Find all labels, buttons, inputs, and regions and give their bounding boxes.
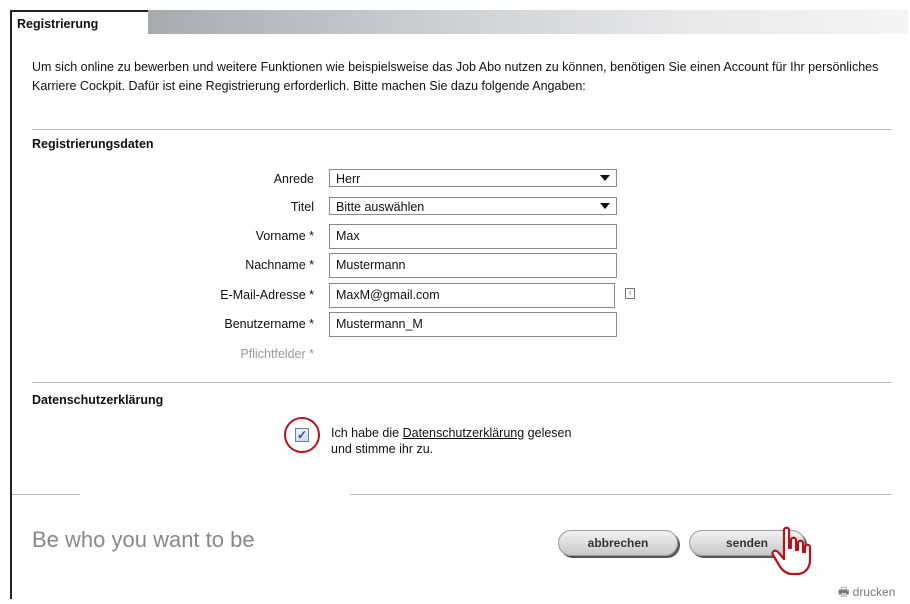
printer-icon: 🖶: [838, 585, 850, 599]
footer-divider-right: [350, 494, 891, 495]
titel-label: Titel: [290, 200, 314, 214]
cancel-button[interactable]: abbrechen: [558, 530, 678, 556]
divider: [32, 382, 891, 383]
pflichtfelder-note: Pflichtfelder *: [240, 347, 314, 361]
chevron-down-icon: [600, 175, 610, 181]
print-label: drucken: [852, 585, 896, 599]
tab-registrierung: Registrierung: [12, 12, 148, 34]
chevron-down-icon: [600, 203, 610, 209]
privacy-checkbox[interactable]: ✓: [295, 428, 309, 442]
consent-text-line2: und stimme ihr zu.: [331, 442, 434, 456]
benutzername-label: Benutzername *: [224, 317, 314, 331]
email-label: E-Mail-Adresse *: [220, 288, 314, 302]
divider: [32, 129, 891, 130]
anrede-label: Anrede: [273, 172, 314, 186]
vorname-field[interactable]: Max: [329, 224, 617, 249]
nachname-label: Nachname *: [245, 258, 314, 272]
anrede-value: Herr: [336, 172, 361, 186]
privacy-policy-link[interactable]: Datenschutzerklärung: [403, 426, 525, 440]
consent-text-before: Ich habe die: [331, 426, 403, 440]
anrede-select[interactable]: Herr: [329, 169, 617, 187]
footer-divider-left: [12, 494, 80, 495]
vorname-label: Vorname *: [255, 229, 314, 243]
consent-text-after: gelesen: [524, 426, 572, 440]
intro-text: Um sich online zu bewerben und weitere F…: [32, 60, 879, 93]
print-link[interactable]: 🖶 drucken: [838, 583, 895, 604]
consent-text: Ich habe die Datenschutzerklärung gelese…: [331, 425, 631, 457]
checkmark-icon: ✓: [296, 428, 308, 442]
section-title-datenschutz: Datenschutzerklärung: [32, 393, 164, 407]
info-icon[interactable]: i: [625, 288, 635, 299]
titel-value: Bitte auswählen: [336, 200, 425, 214]
hand-pointer-icon: [771, 526, 812, 576]
nachname-field[interactable]: Mustermann: [329, 253, 617, 278]
header-banner: [148, 10, 908, 34]
email-field[interactable]: MaxM@gmail.com: [329, 283, 615, 308]
section-title-registrierungsdaten: Registrierungsdaten: [32, 137, 154, 151]
benutzername-field[interactable]: Mustermann_M: [329, 312, 617, 337]
slogan: Be who you want to be: [32, 527, 255, 552]
titel-select[interactable]: Bitte auswählen: [329, 197, 617, 215]
